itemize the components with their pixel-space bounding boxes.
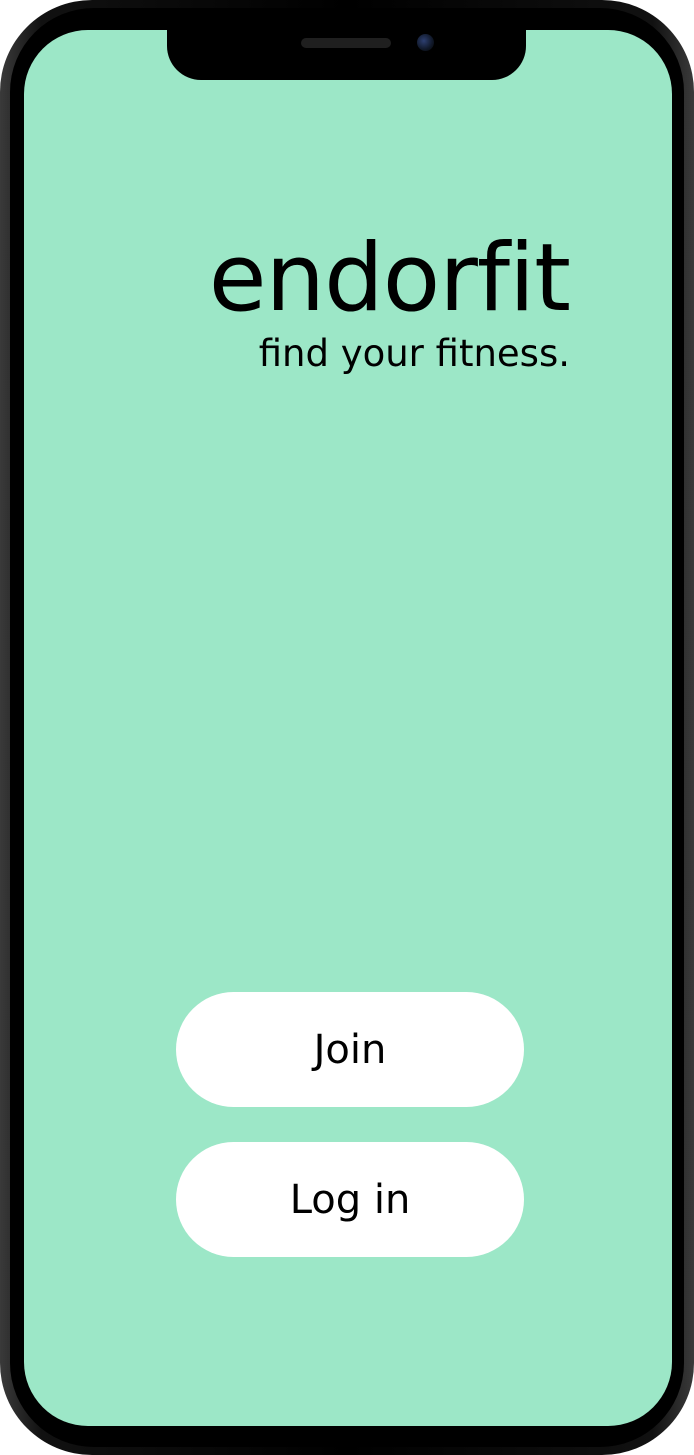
login-button[interactable]: Log in — [176, 1142, 524, 1257]
brand-block: endorfit find your fitness. — [24, 224, 571, 377]
app-tagline: find your fitness. — [258, 332, 570, 375]
app-screen: endorfit find your fitness. Join Log in — [24, 30, 672, 1426]
join-button[interactable]: Join — [176, 992, 524, 1107]
front-camera — [417, 34, 434, 51]
phone-frame: endorfit find your fitness. Join Log in — [0, 0, 694, 1455]
speaker-grille — [301, 38, 391, 48]
phone-notch — [167, 30, 526, 80]
app-logo: endorfit — [208, 224, 571, 333]
